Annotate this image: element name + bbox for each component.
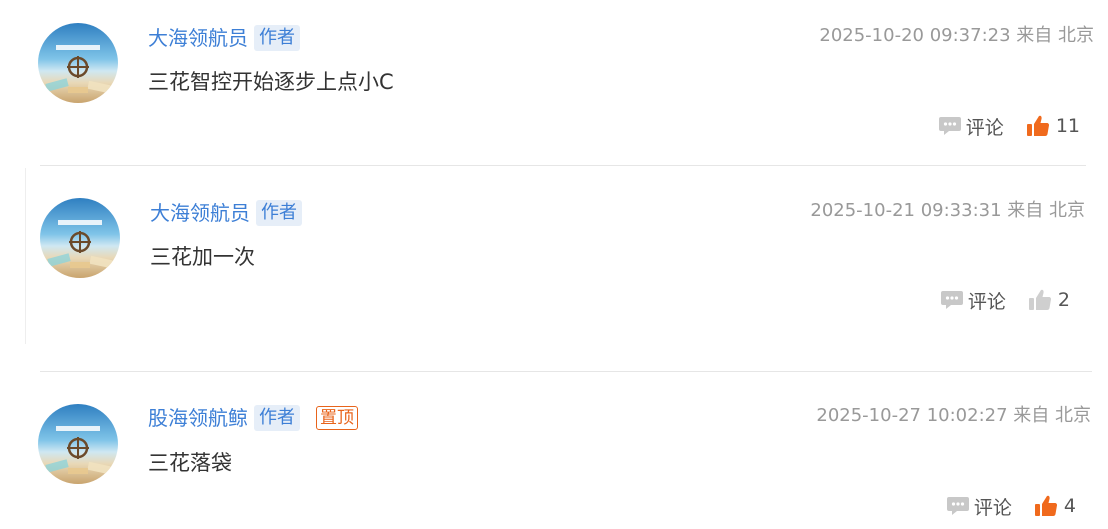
like-count: 11 <box>1055 115 1080 137</box>
like-count: 4 <box>1063 495 1076 517</box>
comment-item: 股海领航鲸 作者 置顶 2025-10-27 10:02:27 来自 北京 三花… <box>0 372 1108 529</box>
thumbs-up-icon <box>1026 115 1049 137</box>
thumbs-up-icon <box>1034 495 1057 517</box>
reply-label: 评论 <box>973 496 1012 519</box>
reply-label: 评论 <box>967 290 1006 313</box>
comment-bubble-icon <box>946 497 969 515</box>
comment-bubble-icon <box>938 117 961 135</box>
comment-timestamp-location: 2025-10-27 10:02:27 来自 北京 <box>816 405 1091 426</box>
pinned-badge: 置顶 <box>316 406 358 430</box>
comment-item: 大海领航员 作者 2025-10-21 09:33:31 来自 北京 三花加一次… <box>0 167 1108 372</box>
author-badge: 作者 <box>256 200 302 226</box>
comment-text: 三花智控开始逐步上点小C <box>148 70 394 94</box>
thumbs-up-icon <box>1028 289 1051 311</box>
reply-label: 评论 <box>965 116 1004 139</box>
username-link[interactable]: 股海领航鲸 <box>148 404 248 432</box>
like-button[interactable]: 11 <box>1026 114 1080 138</box>
author-badge: 作者 <box>254 405 300 431</box>
like-button[interactable]: 2 <box>1028 288 1070 312</box>
avatar[interactable] <box>40 198 120 278</box>
comment-actions: 评论 11 <box>938 112 1080 140</box>
comment-header: 股海领航鲸 作者 置顶 <box>148 404 358 432</box>
comment-text: 三花落袋 <box>148 451 232 475</box>
avatar[interactable] <box>38 404 118 484</box>
comment-header: 大海领航员 作者 <box>150 199 302 227</box>
username-link[interactable]: 大海领航员 <box>150 199 250 227</box>
comment-actions: 评论 4 <box>946 492 1076 520</box>
comment-text: 三花加一次 <box>150 245 255 269</box>
author-badge: 作者 <box>254 25 300 51</box>
comment-timestamp-location: 2025-10-20 09:37:23 来自 北京 <box>819 25 1094 46</box>
reply-button[interactable]: 评论 <box>938 113 1004 140</box>
comment-actions: 评论 2 <box>940 286 1070 314</box>
reply-button[interactable]: 评论 <box>940 287 1006 314</box>
avatar[interactable] <box>38 23 118 103</box>
comment-header: 大海领航员 作者 <box>148 24 300 52</box>
comment-bubble-icon <box>940 291 963 309</box>
like-button[interactable]: 4 <box>1034 494 1076 518</box>
username-link[interactable]: 大海领航员 <box>148 24 248 52</box>
reply-button[interactable]: 评论 <box>946 493 1012 520</box>
comment-item: 大海领航员 作者 2025-10-20 09:37:23 来自 北京 三花智控开… <box>0 0 1108 166</box>
comment-timestamp-location: 2025-10-21 09:33:31 来自 北京 <box>810 200 1085 221</box>
like-count: 2 <box>1057 289 1070 311</box>
